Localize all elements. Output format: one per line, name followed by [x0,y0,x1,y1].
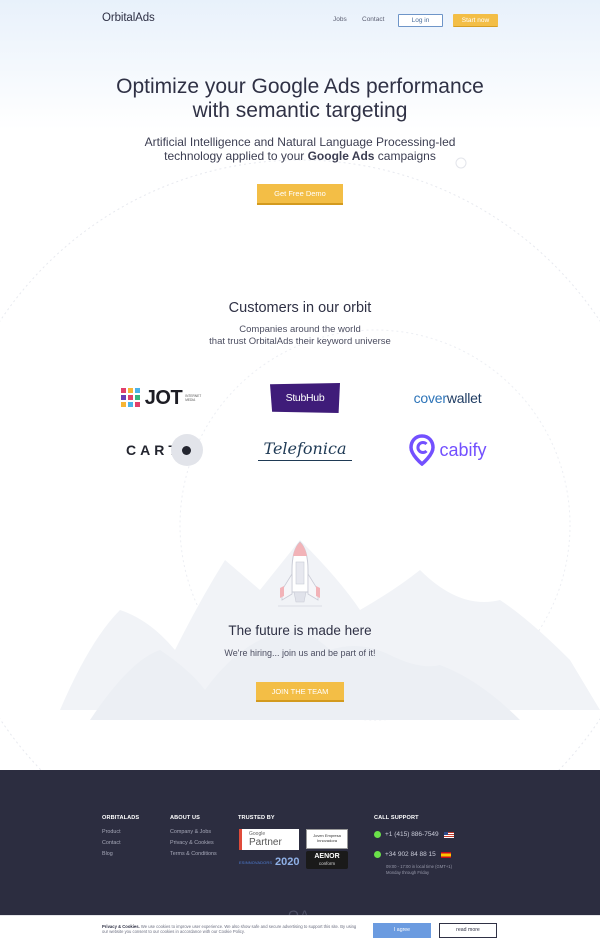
footer-heading-trusted: TRUSTED BY [238,815,275,821]
headline-line-2: with semantic targeting [192,99,408,122]
aenor-text: AENOR [314,853,340,860]
cookie-read-more-button[interactable]: read more [439,923,497,938]
jot-wordmark: JOT [144,386,183,409]
hero-section: OrbitalAds Jobs Contact Log in Start now… [0,0,600,770]
stubhub-logo: StubHub [255,382,355,414]
top-nav: OrbitalAds Jobs Contact Log in Start now [102,12,498,28]
subline-bold: Google Ads [307,149,375,163]
support-hours: 09:00 - 17:00 in local time (GMT+1) Mond… [386,864,476,875]
customers-sub-line-1: Companies around the world [239,324,361,335]
nav-jobs-link[interactable]: Jobs [333,16,347,23]
footer-link-product[interactable]: Product [102,829,139,835]
coverwallet-part-b: wallet [446,390,482,406]
footer-link-terms[interactable]: Terms & Conditions [170,851,217,857]
footer-heading-about: ABOUT US [170,815,201,821]
aenor-badge: AENOR conform [306,851,348,869]
cookie-banner: Privacy & Cookies. We use cookies to imp… [0,915,600,943]
subline-post: campaigns [374,149,436,163]
us-flag-icon [443,831,454,838]
footer-heading-support: CALL SUPPORT [374,815,419,821]
jot-mark-icon [120,388,140,407]
headline-line-1: Optimize your Google Ads performance [116,75,484,98]
coverwallet-wordmark: coverwallet [414,390,482,406]
get-free-demo-button[interactable]: Get Free Demo [257,184,343,205]
coverwallet-logo: coverwallet [395,386,500,410]
customers-title: Customers in our orbit [228,300,372,316]
footer-col-trusted: TRUSTED BY [238,815,275,829]
joven-empresa-text: Joven Empresa Innovadora [307,833,347,843]
rocket-icon [278,541,322,607]
start-now-button[interactable]: Start now [453,14,498,27]
future-subtitle: We're hiring... join us and be part of i… [224,648,376,658]
orbitalads-logo[interactable]: OrbitalAds [102,12,155,24]
jot-subtext: INTERNET MEDIA [185,394,202,402]
phone-us-number[interactable]: +1 (415) 886-7549 [385,831,439,838]
telefonica-logo: Telefonica [255,436,355,464]
es-innovadors-year: 2020 [275,856,300,868]
cabify-logo: cabify [398,433,498,467]
cabify-pin-icon [409,434,436,466]
footer-col-orbitalads: ORBITALADS Product Contact Blog [102,815,139,862]
es-innovadors-badge: ESINNOVADORS 2020 [239,855,301,871]
phone-us-row[interactable]: +1 (415) 886-7549 [374,831,454,838]
footer-link-privacy[interactable]: Privacy & Cookies [170,840,217,846]
hero-subheadline: Artificial Intelligence and Natural Lang… [60,135,540,163]
customers-subtitle: Companies around the world that trust Or… [100,324,500,348]
stubhub-wordmark: StubHub [270,383,340,413]
es-innovadors-label: ESINNOVADORS [239,860,273,865]
google-partner-badge: Google Partner [239,829,299,850]
phone-es-row[interactable]: +34 902 84 88 15 [374,851,451,858]
footer-link-contact[interactable]: Contact [102,840,139,846]
support-hours-line-2: Monday through Friday [386,869,430,875]
telefonica-wordmark: Telefonica [257,439,353,461]
jot-logo: JOT INTERNET MEDIA [110,384,220,412]
join-the-team-button[interactable]: JOIN THE TEAM [256,682,344,702]
carto-logo: CART [112,433,217,467]
footer-link-company-jobs[interactable]: Company & Jobs [170,829,217,835]
footer-col-support: CALL SUPPORT [374,815,419,829]
login-button[interactable]: Log in [398,14,443,27]
nav-contact-link[interactable]: Contact [362,16,384,23]
google-partner-big: Partner [249,837,282,848]
hero-headline: Optimize your Google Ads performance wit… [60,75,540,123]
aenor-sub: conform [318,861,336,866]
cookie-agree-button[interactable]: I agree [373,923,431,938]
spain-flag-icon [440,851,451,858]
coverwallet-part-a: cover [413,390,447,406]
subline-line-2: technology applied to your Google Ads ca… [60,149,540,163]
subline-line-1: Artificial Intelligence and Natural Lang… [144,135,456,149]
phone-status-dot [374,851,381,858]
cookie-body: We use cookies to improve user experienc… [102,924,357,935]
cookie-text: Privacy & Cookies. We use cookies to imp… [102,924,362,934]
phone-status-dot [374,831,381,838]
subline-pre: technology applied to your [164,149,308,163]
joven-empresa-badge: Joven Empresa Innovadora [306,829,348,849]
customers-sub-line-2: that trust OrbitalAds their keyword univ… [209,336,391,347]
cabify-wordmark: cabify [439,439,487,460]
joven-line-2: Innovadora [316,838,337,843]
phone-es-number[interactable]: +34 902 84 88 15 [385,851,436,858]
footer-heading-orbitalads: ORBITALADS [102,815,140,821]
footer-link-blog[interactable]: Blog [102,851,139,857]
future-title: The future is made here [228,623,372,638]
footer-col-about: ABOUT US Company & Jobs Privacy & Cookie… [170,815,217,862]
carto-o-icon [170,434,203,466]
